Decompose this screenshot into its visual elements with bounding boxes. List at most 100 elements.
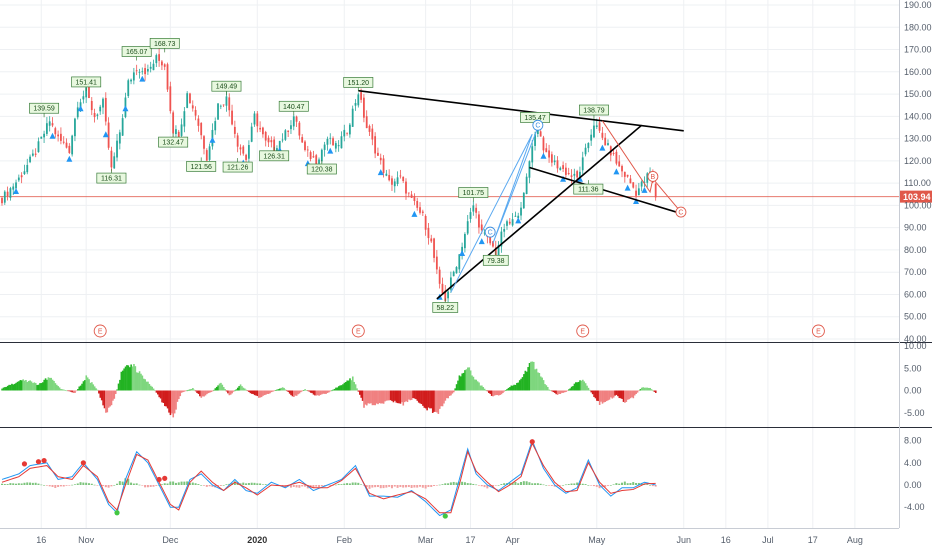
histogram-bar [109, 390, 111, 407]
time-tick-label: 2020 [247, 535, 267, 545]
osc1-tick-label: 10.00 [904, 341, 927, 351]
histogram-bar [525, 481, 528, 485]
candle-body [29, 156, 31, 163]
histogram-bar [172, 390, 175, 418]
histogram-bar [458, 375, 461, 391]
histogram-bar [174, 482, 177, 485]
histogram-bar [126, 365, 128, 391]
elliott-wave-path[interactable] [601, 120, 682, 213]
histogram-bar [241, 386, 243, 391]
histogram-bar [430, 485, 433, 487]
elliott-wave-path[interactable] [450, 127, 539, 293]
histogram-bar [68, 485, 71, 486]
histogram-bar [166, 390, 169, 409]
candle-body [536, 130, 539, 134]
candle-body [598, 122, 601, 131]
histogram-bar [326, 390, 329, 393]
histogram-bar [192, 388, 194, 391]
candle-body [326, 138, 329, 145]
histogram-bar [469, 483, 472, 485]
pattern-marker [599, 144, 606, 151]
price-annotation-label: 132.47 [162, 140, 184, 147]
histogram-bar [321, 390, 323, 395]
oscillator-pane-1[interactable] [1, 361, 657, 418]
histogram-bar [520, 482, 523, 485]
histogram-bar [402, 485, 405, 488]
histogram-bar [387, 390, 389, 401]
histogram-bar [344, 382, 347, 391]
histogram-bar [132, 483, 135, 485]
histogram-bar [503, 483, 506, 485]
histogram-bar [9, 483, 12, 485]
histogram-bar [490, 390, 493, 396]
candle-body [374, 136, 377, 154]
histogram-bar [651, 485, 654, 487]
candle-body [565, 167, 567, 175]
histogram-bar [642, 387, 644, 391]
histogram-bar [56, 384, 58, 391]
histogram-bar [113, 485, 116, 486]
wave-label-text: C [488, 230, 493, 237]
candle-body [6, 191, 9, 196]
histogram-bar [506, 389, 508, 391]
histogram-bar [545, 385, 548, 391]
histogram-bar [99, 390, 102, 398]
histogram-bar [53, 380, 55, 391]
histogram-bar [200, 485, 203, 486]
price-tick-label: 180.00 [904, 22, 932, 32]
candle-body [135, 70, 138, 72]
histogram-bar [34, 482, 37, 485]
candle-body [334, 143, 337, 149]
histogram-bar [410, 390, 413, 400]
histogram-bar [433, 485, 436, 486]
histogram-bar [409, 390, 412, 401]
histogram-bar [509, 387, 511, 391]
histogram-bar [29, 380, 31, 391]
pattern-marker [515, 217, 522, 224]
signal-dot [529, 439, 535, 445]
main-price-pane[interactable]: 103.94139.59151.41116.31165.07168.73132.… [0, 38, 932, 338]
trend-line[interactable] [436, 124, 643, 300]
histogram-bar [79, 482, 82, 485]
histogram-bar [565, 390, 567, 393]
candle-body [189, 93, 191, 104]
histogram-bar [172, 481, 175, 485]
histogram-bar [222, 485, 225, 486]
trend-line[interactable] [529, 166, 684, 216]
histogram-bar [423, 390, 426, 408]
histogram-bar [520, 378, 522, 391]
histogram-bar [82, 482, 85, 485]
histogram-bar [232, 390, 235, 392]
histogram-bar [479, 385, 482, 391]
osc1-tick-label: 0.00 [904, 386, 922, 396]
chart-canvas[interactable]: 103.94139.59151.41116.31165.07168.73132.… [0, 0, 932, 550]
oscillator-pane-2[interactable] [1, 439, 657, 519]
histogram-bar [180, 481, 183, 485]
histogram-bar [145, 381, 148, 391]
histogram-bar [541, 377, 543, 391]
time-tick-label: Nov [78, 535, 95, 545]
histogram-bar [152, 485, 155, 487]
histogram-bar [629, 483, 632, 485]
candle-body [391, 178, 393, 185]
price-annotation-label: 165.07 [126, 49, 148, 56]
histogram-bar [98, 390, 100, 394]
trend-line[interactable] [358, 89, 684, 132]
candle-body [318, 159, 320, 164]
candle-body [295, 116, 298, 122]
histogram-bar [113, 390, 116, 399]
histogram-bar [612, 390, 615, 398]
candle-body [152, 63, 155, 71]
histogram-bar [47, 377, 50, 391]
histogram-bar [461, 481, 464, 485]
histogram-bar [248, 390, 250, 393]
histogram-bar [500, 390, 503, 395]
histogram-bar [333, 388, 336, 391]
candle-body [169, 86, 172, 112]
candle-body [469, 212, 472, 219]
candle-body [354, 103, 357, 106]
histogram-bar [39, 383, 41, 391]
histogram-bar [15, 483, 18, 485]
histogram-bar [604, 390, 607, 402]
candle-body [172, 112, 175, 134]
